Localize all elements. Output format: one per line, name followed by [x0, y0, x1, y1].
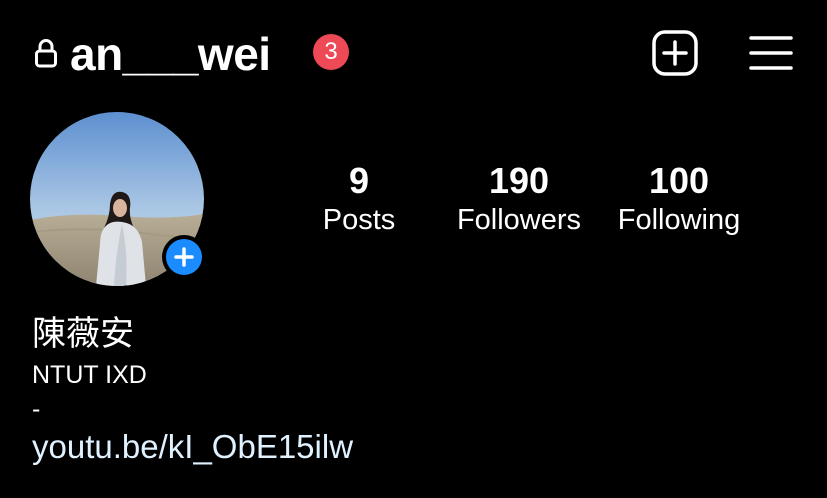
followers-stat[interactable]: 190 Followers: [439, 160, 599, 238]
new-post-button[interactable]: [652, 30, 698, 76]
lock-icon: [35, 39, 57, 68]
following-stat[interactable]: 100 Following: [599, 160, 759, 238]
menu-button[interactable]: [749, 34, 793, 72]
display-name: 陳薇安: [32, 314, 134, 354]
profile-bio: 陳薇安 NTUT IXD - youtu.be/kI_ObE15ilw: [32, 310, 353, 468]
username-title[interactable]: an___wei: [70, 26, 271, 82]
posts-count: 9: [348, 160, 370, 201]
following-label: Following: [617, 204, 741, 236]
bio-link[interactable]: youtu.be/kI_ObE15ilw: [32, 426, 353, 468]
bio-text-line-1: NTUT IXD: [32, 361, 147, 389]
posts-label: Posts: [322, 204, 396, 236]
profile-stats: 9 Posts 190 Followers 100 Following: [0, 160, 827, 250]
bio-text-line-2: -: [32, 395, 41, 423]
posts-stat[interactable]: 9 Posts: [279, 160, 439, 238]
following-count: 100: [648, 160, 710, 201]
followers-count: 190: [488, 160, 550, 201]
notification-badge[interactable]: 3: [313, 34, 349, 70]
profile-header: an___wei 3: [0, 0, 827, 110]
followers-label: Followers: [456, 204, 582, 236]
